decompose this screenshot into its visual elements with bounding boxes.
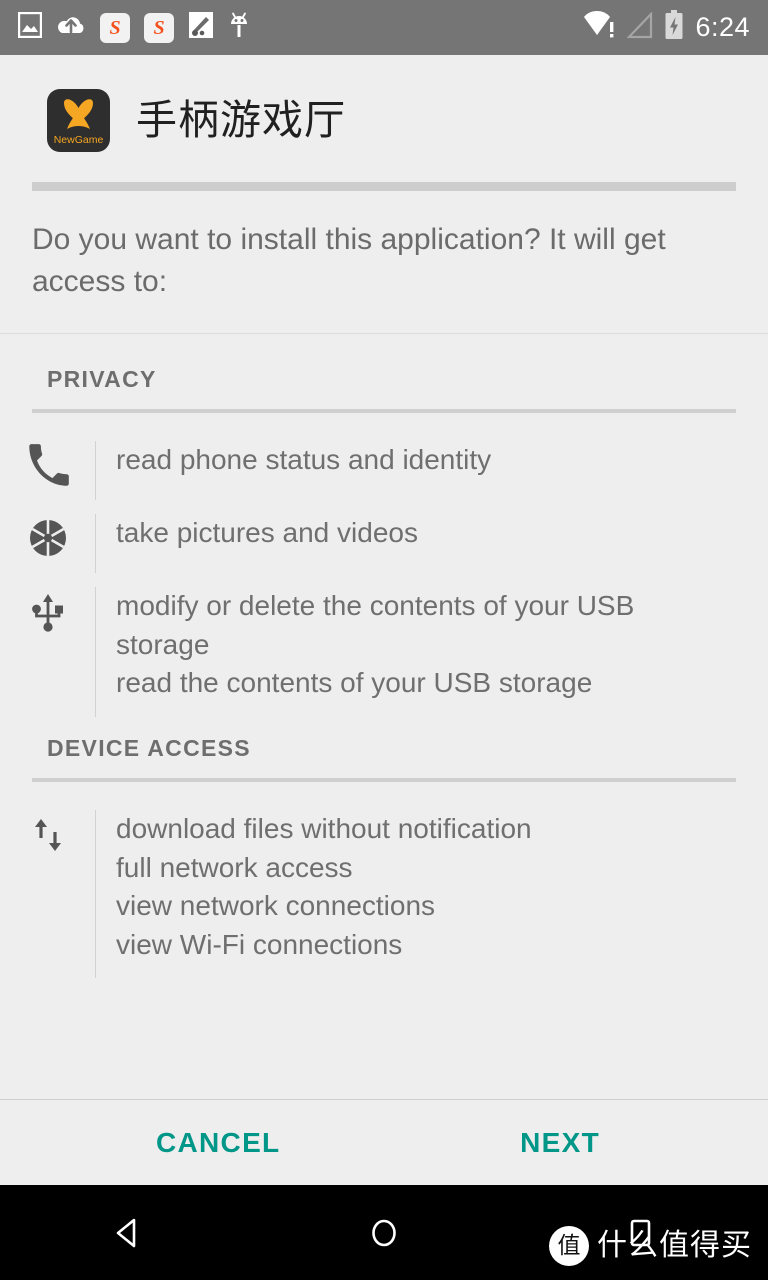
- permission-lines: take pictures and videos: [96, 514, 418, 553]
- tool-icon: [188, 11, 214, 44]
- nav-home-button[interactable]: [256, 1185, 512, 1280]
- svg-text:NewGame: NewGame: [54, 134, 104, 146]
- next-button[interactable]: NEXT: [504, 1117, 616, 1169]
- cell-signal-empty-icon: [626, 10, 653, 44]
- app-title: 手柄游戏厅: [136, 96, 346, 144]
- permission-line: full network access: [116, 851, 353, 883]
- cancel-button[interactable]: CANCEL: [140, 1117, 296, 1169]
- app-icon: NewGame: [47, 89, 110, 152]
- permission-line: take pictures and videos: [116, 517, 418, 548]
- permission-line: read the contents of your USB storage: [116, 667, 593, 699]
- permission-line: modify or delete the contents of your US…: [116, 590, 635, 660]
- system-navigation-bar: 值 什么值得买: [0, 1185, 768, 1280]
- app-header: NewGame 手柄游戏厅: [0, 55, 768, 152]
- status-bar-system-icons: 6:24: [584, 10, 750, 45]
- permission-line: view network connections: [116, 890, 436, 922]
- android-install-screen: S S 6:24 NewGame 手柄游戏厅 Do you want to in…: [0, 0, 768, 1280]
- usb-icon: [0, 587, 95, 634]
- battery-charging-icon: [664, 10, 684, 45]
- android-robot-icon: [228, 11, 250, 44]
- watermark-logo-icon: 值: [549, 1226, 589, 1266]
- sogou-app-icon-2: S: [144, 12, 174, 43]
- section-title-device-access: DEVICE ACCESS: [47, 734, 251, 761]
- permission-lines: download files without notification full…: [96, 810, 532, 965]
- permission-lines: modify or delete the contents of your US…: [96, 587, 732, 703]
- header-divider: [32, 182, 736, 191]
- permission-group-camera: take pictures and videos: [0, 486, 768, 573]
- nav-back-button[interactable]: [0, 1185, 256, 1280]
- watermark: 值 什么值得买: [549, 1226, 752, 1266]
- screenshot-icon: [17, 11, 43, 43]
- install-prompt-text: Do you want to install this application?…: [0, 191, 768, 334]
- status-bar-notification-icons: S S: [17, 11, 250, 44]
- phone-icon: [0, 441, 95, 486]
- permissions-scroll-area[interactable]: PRIVACY read phone status and identity t…: [0, 334, 768, 1099]
- watermark-text: 什么值得买: [597, 1228, 752, 1263]
- permission-group-usb: modify or delete the contents of your US…: [0, 559, 768, 717]
- camera-aperture-icon: [0, 514, 95, 559]
- permission-group-phone: read phone status and identity: [0, 413, 768, 500]
- permission-line: download files without notification: [116, 812, 532, 844]
- wifi-warning-icon: [584, 11, 616, 44]
- permission-line: view Wi-Fi connections: [116, 928, 403, 960]
- permission-lines: read phone status and identity: [96, 441, 491, 480]
- cloud-upload-icon: [56, 12, 86, 43]
- status-bar: S S 6:24: [0, 0, 768, 55]
- dialog-button-bar: CANCEL NEXT: [0, 1099, 768, 1185]
- sogou-app-icon-1: S: [100, 12, 130, 43]
- section-title-privacy: PRIVACY: [47, 366, 157, 392]
- permission-line: read phone status and identity: [116, 444, 492, 475]
- status-bar-clock: 6:24: [695, 12, 750, 42]
- network-sync-icon: [0, 810, 95, 857]
- permission-group-network: download files without notification full…: [0, 782, 768, 979]
